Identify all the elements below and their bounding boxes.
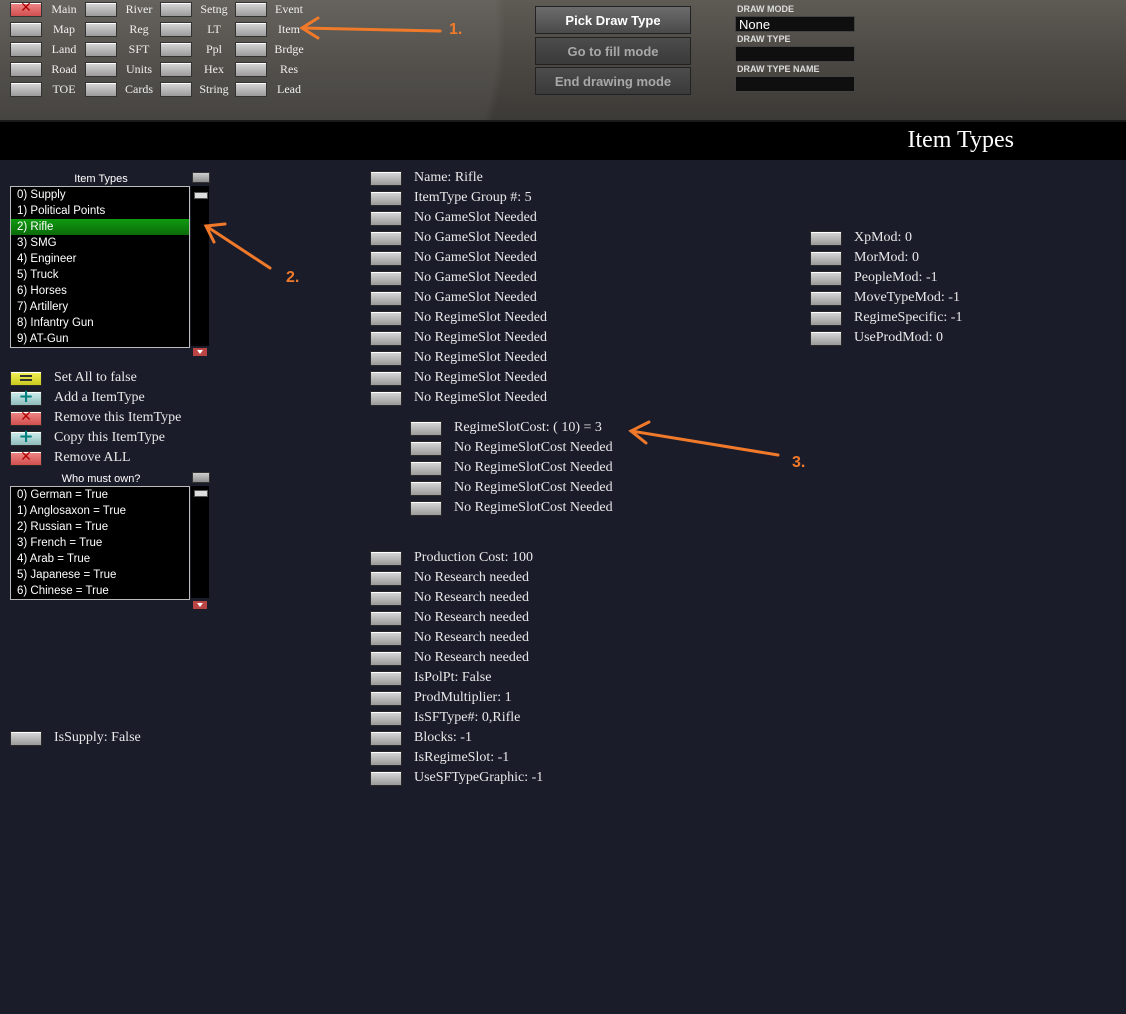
arrow-3-shaft <box>629 429 780 457</box>
arrow-1-shaft <box>300 26 442 33</box>
annotation-3: 3. <box>792 454 806 471</box>
annotation-2: 2. <box>286 269 300 286</box>
annotation-1: 1. <box>449 21 463 38</box>
arrow-2-shaft <box>204 224 272 270</box>
annotation-arrows <box>203 16 780 457</box>
